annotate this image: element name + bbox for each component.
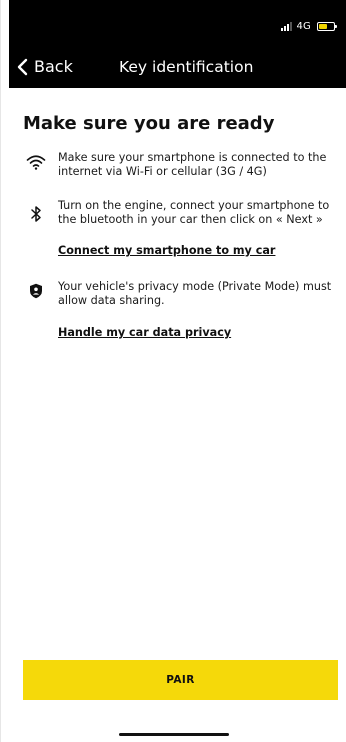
step-bluetooth: Turn on the engine, connect your smartph… — [23, 199, 339, 227]
shield-icon — [25, 280, 47, 302]
bluetooth-icon — [25, 203, 47, 225]
status-bar: 4G — [9, 0, 346, 46]
step-wifi: Make sure your smartphone is connected t… — [23, 151, 339, 179]
step-bluetooth-text: Turn on the engine, connect your smartph… — [58, 199, 330, 226]
step-wifi-text: Make sure your smartphone is connected t… — [58, 151, 327, 178]
step-privacy-text: Your vehicle's privacy mode (Private Mod… — [58, 280, 332, 307]
network-label: 4G — [296, 21, 311, 32]
page-title: Make sure you are ready — [23, 113, 275, 134]
signal-icon — [281, 22, 293, 31]
readiness-section: Make sure you are ready Make sure your s… — [23, 100, 339, 340]
car-data-privacy-link[interactable]: Handle my car data privacy — [58, 326, 231, 339]
back-label: Back — [34, 57, 73, 76]
step-privacy: Your vehicle's privacy mode (Private Mod… — [23, 280, 339, 308]
status-indicators: 4G — [281, 21, 337, 32]
wifi-icon — [25, 151, 47, 173]
page-header-title: Key identification — [119, 58, 254, 76]
nav-bar: Back Key identification — [9, 46, 346, 88]
pair-button[interactable]: PAIR — [23, 660, 338, 700]
chevron-left-icon — [17, 58, 28, 75]
battery-icon — [317, 22, 337, 31]
home-indicator — [119, 733, 229, 736]
connect-smartphone-link[interactable]: Connect my smartphone to my car — [58, 244, 275, 257]
phone-screen: 4G Back Key identification Make sure you… — [0, 0, 346, 742]
back-button[interactable]: Back — [17, 57, 73, 76]
battery-level — [319, 24, 327, 29]
